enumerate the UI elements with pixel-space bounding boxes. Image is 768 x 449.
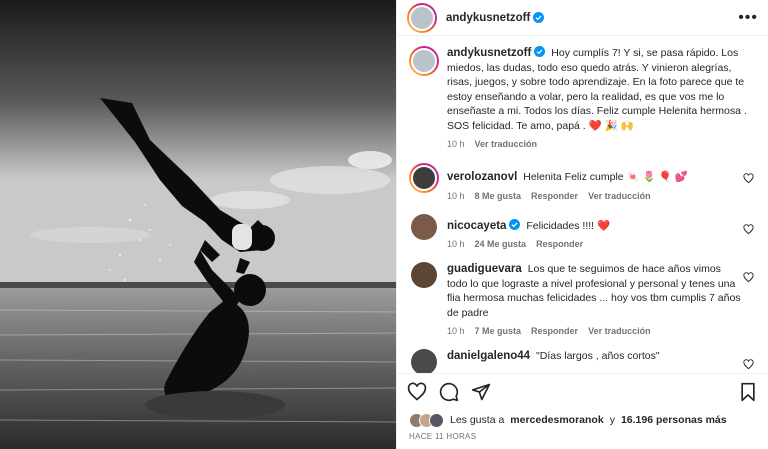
comment-text: Felicidades !!!! ❤️ bbox=[526, 219, 611, 232]
comment-avatar[interactable] bbox=[411, 262, 437, 289]
post-photo[interactable] bbox=[0, 0, 396, 449]
heart-icon[interactable] bbox=[407, 382, 427, 402]
comment-time[interactable]: 10 h bbox=[447, 326, 465, 336]
comment-avatar[interactable] bbox=[409, 163, 439, 194]
comment-like-heart-icon[interactable] bbox=[743, 272, 754, 283]
verified-badge-icon bbox=[509, 218, 521, 230]
comment-avatar[interactable] bbox=[411, 349, 437, 373]
comment-text: Helenita Feliz cumple 🍬 🌷 🎈 💕 bbox=[523, 171, 688, 184]
likers-avatars[interactable] bbox=[409, 412, 444, 428]
comment-item: guadiguevara Los que te seguimos de hace… bbox=[409, 262, 756, 336]
comment-like-heart-icon[interactable] bbox=[743, 173, 754, 184]
author-username[interactable]: andykusnetzoff bbox=[446, 12, 530, 24]
reply-button[interactable]: Responder bbox=[536, 239, 583, 249]
comment-likes[interactable]: 7 Me gusta bbox=[475, 326, 522, 336]
verified-badge-icon bbox=[534, 46, 546, 58]
comment-meta: 10 h 7 Me gusta Responder Ver traducción bbox=[447, 326, 742, 336]
comment-likes[interactable]: 8 Me gusta bbox=[475, 191, 522, 201]
translate-link[interactable]: Ver traducción bbox=[588, 326, 651, 336]
caption-time[interactable]: 10 h bbox=[447, 139, 465, 149]
comment-text-block: guadiguevara Los que te seguimos de hace… bbox=[447, 262, 742, 320]
translate-link[interactable]: Ver traducción bbox=[588, 191, 651, 201]
comment-author[interactable]: danielgaleno44 bbox=[447, 350, 530, 362]
likes-summary: Les gusta a mercedesmoranok y 16.196 per… bbox=[397, 411, 768, 430]
comment-author[interactable]: guadiguevara bbox=[447, 263, 522, 275]
more-options-icon[interactable]: ••• bbox=[738, 9, 758, 26]
caption-text: Hoy cumplís 7! Y si, se pasa rápido. Los… bbox=[447, 47, 747, 132]
author-avatar[interactable] bbox=[407, 2, 437, 33]
comment-like-heart-icon[interactable] bbox=[743, 224, 754, 235]
likes-count[interactable]: 16.196 personas más bbox=[621, 414, 727, 426]
likes-user[interactable]: mercedesmoranok bbox=[510, 414, 603, 426]
post-header: andykusnetzoff ••• bbox=[397, 0, 768, 37]
comment-item: nicocayeta Felicidades !!!! ❤️ 10 h 24 M… bbox=[409, 213, 756, 249]
comments-list[interactable]: andykusnetzoff Hoy cumplís 7! Y si, se p… bbox=[397, 36, 768, 373]
comment-meta: 10 h 24 Me gusta Responder bbox=[447, 239, 742, 249]
comment-avatar[interactable] bbox=[411, 213, 437, 240]
comment-text-block: verolozanovl Helenita Feliz cumple 🍬 🌷 🎈… bbox=[447, 170, 742, 185]
comment-text-block: danielgaleno44 "Días largos , años corto… bbox=[447, 349, 742, 364]
comment-meta: 10 h 8 Me gusta Responder Ver traducción bbox=[447, 191, 742, 201]
action-bar bbox=[397, 372, 768, 411]
caption: andykusnetzoff Hoy cumplís 7! Y si, se p… bbox=[409, 46, 756, 149]
comment-item: verolozanovl Helenita Feliz cumple 🍬 🌷 🎈… bbox=[409, 163, 756, 201]
comment-likes[interactable]: 24 Me gusta bbox=[475, 239, 527, 249]
caption-text-block: andykusnetzoff Hoy cumplís 7! Y si, se p… bbox=[447, 46, 756, 133]
reply-button[interactable]: Responder bbox=[531, 326, 578, 336]
comment-author[interactable]: verolozanovl bbox=[447, 171, 517, 183]
post-side-panel: andykusnetzoff ••• andykusnetzoff Hoy cu… bbox=[396, 0, 768, 449]
caption-meta: 10 h Ver traducción bbox=[447, 139, 756, 149]
post-timestamp[interactable]: HACE 11 HORAS bbox=[397, 430, 768, 449]
bookmark-icon[interactable] bbox=[738, 382, 758, 402]
comment-time[interactable]: 10 h bbox=[447, 239, 465, 249]
beach-photo-image bbox=[0, 0, 396, 449]
comment-text-block: nicocayeta Felicidades !!!! ❤️ bbox=[447, 218, 742, 234]
comment-icon[interactable] bbox=[439, 382, 459, 402]
comment-like-heart-icon[interactable] bbox=[743, 359, 754, 370]
comment-text: "Días largos , años cortos" bbox=[536, 350, 660, 363]
instagram-post: andykusnetzoff ••• andykusnetzoff Hoy cu… bbox=[0, 0, 768, 449]
caption-avatar[interactable] bbox=[409, 46, 439, 77]
caption-translate-link[interactable]: Ver traducción bbox=[475, 139, 538, 149]
verified-badge-icon bbox=[533, 12, 545, 24]
comment-time[interactable]: 10 h bbox=[447, 191, 465, 201]
comment-author[interactable]: nicocayeta bbox=[447, 220, 506, 232]
share-icon[interactable] bbox=[471, 382, 491, 402]
likes-prefix: Les gusta a bbox=[450, 414, 505, 427]
comment-item: danielgaleno44 "Días largos , años corto… bbox=[409, 349, 756, 373]
likes-middle: y bbox=[609, 414, 615, 427]
caption-author[interactable]: andykusnetzoff bbox=[447, 47, 531, 59]
reply-button[interactable]: Responder bbox=[531, 191, 578, 201]
